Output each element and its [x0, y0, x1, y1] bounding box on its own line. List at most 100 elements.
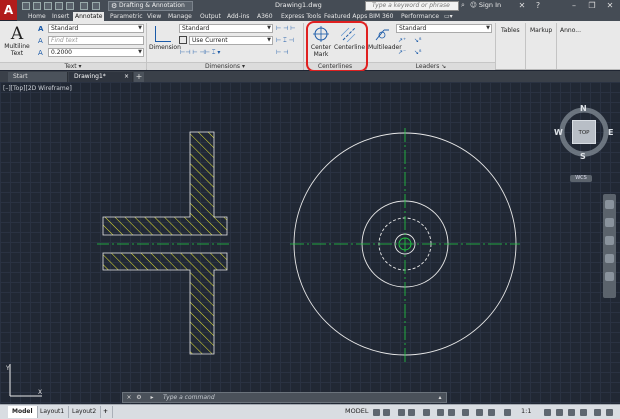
- lineweight-icon[interactable]: [462, 409, 469, 416]
- tab-home[interactable]: Home: [26, 12, 48, 21]
- workspace-switch-icon[interactable]: [544, 409, 551, 416]
- annotation-visibility-icon[interactable]: [504, 409, 511, 416]
- remove-leader-icon[interactable]: ↗⁻: [398, 49, 406, 56]
- search-icon[interactable]: ⌕: [461, 1, 465, 10]
- grid-icon[interactable]: [373, 409, 380, 416]
- open-icon[interactable]: [33, 2, 41, 10]
- compass-north[interactable]: N: [580, 104, 587, 113]
- dimension-adjust-icon[interactable]: ⊢ ⌶ ⊣: [276, 37, 294, 45]
- dimension-break-icon[interactable]: ⊢ ⊣ ⊢: [276, 25, 296, 32]
- align-leader-icon[interactable]: ↘⁸: [414, 37, 421, 44]
- model-space-toggle[interactable]: MODEL: [345, 407, 368, 415]
- sign-in-button[interactable]: ☺ Sign In: [470, 1, 501, 9]
- close-button[interactable]: ✕: [602, 0, 618, 12]
- viewcube[interactable]: TOP N S W E: [548, 104, 620, 176]
- tab-annotate[interactable]: Annotate: [73, 12, 105, 21]
- object-snap-icon[interactable]: [448, 409, 455, 416]
- hatched-section-lower[interactable]: [102, 252, 228, 355]
- find-text-input[interactable]: Find text: [48, 36, 144, 45]
- polar-icon[interactable]: [408, 409, 415, 416]
- text-height-dropdown[interactable]: 0.2000 ▼: [48, 48, 144, 57]
- dimension-style-dropdown[interactable]: Standard ▼: [179, 24, 273, 33]
- wcs-dropdown[interactable]: WCS: [570, 175, 592, 182]
- new-tab-button[interactable]: +: [134, 72, 144, 82]
- isodraft-icon[interactable]: [423, 409, 430, 416]
- ribbon-options-icon[interactable]: ▭▾: [442, 12, 455, 21]
- model-layout-tab[interactable]: Model: [8, 406, 38, 418]
- redo-icon[interactable]: [92, 2, 100, 10]
- showmotion-icon[interactable]: [605, 272, 614, 281]
- compass-east[interactable]: E: [608, 128, 613, 137]
- command-input[interactable]: Type a command: [163, 394, 215, 402]
- dimensions-panel-title[interactable]: Dimensions ▾: [147, 62, 303, 70]
- multileader-style-dropdown[interactable]: Standard ▼: [396, 24, 492, 33]
- dimension-button[interactable]: Dimension: [149, 25, 181, 51]
- drawing1-tab[interactable]: Drawing1* ×: [69, 72, 133, 82]
- orbit-icon[interactable]: [605, 254, 614, 263]
- hatched-section-upper[interactable]: [102, 131, 228, 236]
- tab-a360[interactable]: A360: [255, 12, 275, 21]
- save-icon[interactable]: [44, 2, 52, 10]
- multileader-button[interactable]: Multileader: [368, 25, 402, 51]
- isolate-objects-icon[interactable]: [594, 409, 601, 416]
- zoom-icon[interactable]: [605, 236, 614, 245]
- pan-icon[interactable]: [605, 218, 614, 227]
- tab-add-ins[interactable]: Add-ins: [225, 12, 251, 21]
- minimize-button[interactable]: –: [566, 0, 582, 12]
- search-input[interactable]: Type a keyword or phrase: [365, 1, 459, 11]
- collect-leader-icon[interactable]: ↘⁸: [414, 49, 421, 56]
- annotation-scaling-panel-title[interactable]: Anno...: [560, 27, 581, 34]
- text-panel-title[interactable]: Text ▾: [0, 62, 146, 70]
- viewcube-top-face[interactable]: TOP: [572, 120, 596, 144]
- object-track-icon[interactable]: [437, 409, 444, 416]
- restore-button[interactable]: ❐: [584, 0, 600, 12]
- add-leader-icon[interactable]: ↗⁺: [398, 37, 406, 44]
- command-history-icon[interactable]: ▴: [436, 394, 444, 402]
- add-layout-button[interactable]: +: [99, 406, 114, 418]
- customization-menu-icon[interactable]: [606, 409, 613, 416]
- text-style-dropdown[interactable]: Standard ▼: [48, 24, 144, 33]
- snap-icon[interactable]: [383, 409, 390, 416]
- customize-command-icon[interactable]: ⚙: [135, 394, 143, 402]
- compass-west[interactable]: W: [554, 128, 563, 137]
- transparency-icon[interactable]: [476, 409, 483, 416]
- close-tab-icon[interactable]: ×: [124, 72, 129, 82]
- help-icon[interactable]: ?: [530, 0, 546, 12]
- steering-wheel-icon[interactable]: [605, 200, 614, 209]
- selection-cycling-icon[interactable]: [488, 409, 495, 416]
- tab-express-tools[interactable]: Express Tools: [279, 12, 323, 21]
- dimension-layer-dropdown[interactable]: Use Current ▼: [189, 36, 273, 45]
- dimension-update-icon[interactable]: ⊢ ⊣: [276, 49, 288, 56]
- leaders-panel-title[interactable]: Leaders ↘: [367, 62, 495, 70]
- start-tab[interactable]: Start: [8, 72, 68, 82]
- new-icon[interactable]: [22, 2, 30, 10]
- plot-icon[interactable]: [66, 2, 74, 10]
- undo-icon[interactable]: [80, 2, 88, 10]
- ortho-icon[interactable]: [398, 409, 405, 416]
- tab-featured-apps[interactable]: Featured Apps: [322, 12, 369, 21]
- annotation-scale-dropdown[interactable]: 1:1: [521, 407, 531, 415]
- exchange-icon[interactable]: ✕: [514, 0, 530, 12]
- dimension-tools-icon[interactable]: ⊢⊣ ⊢ ⊣⊢ ⌶ ▾: [180, 49, 220, 57]
- markup-panel-title[interactable]: Markup: [530, 27, 552, 34]
- quick-properties-icon[interactable]: [580, 409, 587, 416]
- tab-manage[interactable]: Manage: [166, 12, 194, 21]
- tab-view[interactable]: View: [145, 12, 163, 21]
- layout2-tab[interactable]: Layout2: [68, 406, 102, 418]
- workspace-dropdown[interactable]: ⚙ Drafting & Annotation: [108, 1, 193, 11]
- tab-bim-360[interactable]: BIM 360: [367, 12, 395, 21]
- units-icon[interactable]: [568, 409, 575, 416]
- tab-output[interactable]: Output: [198, 12, 223, 21]
- annotation-monitor-icon[interactable]: [556, 409, 563, 416]
- tab-parametric[interactable]: Parametric: [108, 12, 145, 21]
- save-as-icon[interactable]: [55, 2, 63, 10]
- multiline-text-button[interactable]: A Multiline Text: [3, 25, 31, 57]
- tab-performance[interactable]: Performance: [399, 12, 441, 21]
- tab-insert[interactable]: Insert: [50, 12, 71, 21]
- compass-south[interactable]: S: [580, 152, 586, 161]
- layout1-tab[interactable]: Layout1: [36, 406, 70, 418]
- close-command-icon[interactable]: ×: [125, 394, 133, 402]
- application-menu-logo[interactable]: A: [0, 0, 17, 20]
- drawing-canvas[interactable]: [–][Top][2D Wireframe] TOP N S W E WCS Y…: [0, 82, 620, 404]
- tables-panel-title[interactable]: Tables: [501, 27, 520, 34]
